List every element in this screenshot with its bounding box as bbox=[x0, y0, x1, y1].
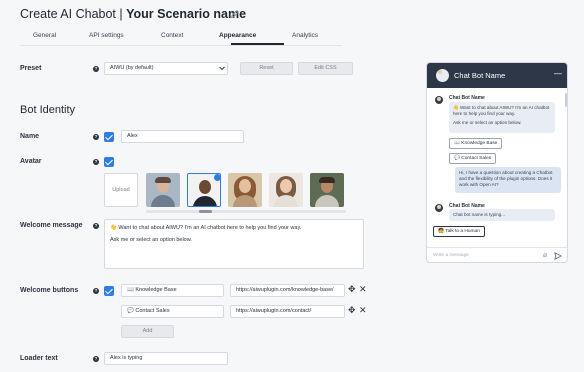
move-icon[interactable]: ✥ bbox=[348, 284, 356, 295]
talk-to-human-button[interactable]: 🧑 Talk to a Human bbox=[433, 226, 485, 237]
button-url-input[interactable]: https://aiwuplugin.com/knowledge-base/ bbox=[230, 284, 345, 297]
loader-text-label: Loader text bbox=[20, 355, 58, 362]
preset-label: Preset bbox=[20, 65, 42, 72]
question-icon[interactable]: ? bbox=[93, 356, 99, 362]
pencil-icon[interactable] bbox=[230, 9, 240, 19]
tab-analytics[interactable]: Analytics bbox=[292, 32, 318, 39]
welcome-buttons-label: Welcome buttons bbox=[20, 287, 79, 294]
chat-preview: Chat Bot Name — Chat Bot Name 👋 Want to … bbox=[426, 62, 568, 263]
knowledge-base-chip[interactable]: 📖 Knowledge Base bbox=[449, 138, 503, 149]
preset-select-value: AIWU (by default) bbox=[110, 65, 154, 71]
loader-text-value: Alex is typing bbox=[110, 355, 143, 361]
avatar-option[interactable] bbox=[310, 173, 344, 207]
chat-input[interactable]: Write a message bbox=[433, 253, 469, 258]
bot-message-line: Ask me or select an option below. bbox=[453, 120, 522, 126]
contact-sales-chip[interactable]: 💬 Contact Sales bbox=[449, 153, 497, 164]
welcome-message-line: 👋 Want to chat about AIWU? I'm an AI cha… bbox=[110, 225, 302, 231]
paperclip-icon[interactable]: ⌀ bbox=[543, 251, 547, 259]
tab-context[interactable]: Context bbox=[161, 32, 183, 39]
question-icon[interactable]: ? bbox=[93, 66, 99, 72]
tab-general[interactable]: General bbox=[33, 32, 56, 39]
name-input[interactable]: Alex bbox=[121, 130, 244, 143]
tab-appearance[interactable]: Appearance bbox=[219, 32, 256, 39]
avatar-checkbox[interactable] bbox=[104, 157, 114, 167]
bot-avatar bbox=[435, 204, 443, 212]
welcome-message-label: Welcome message bbox=[20, 222, 83, 229]
welcome-message-textarea[interactable]: 👋 Want to chat about AIWU? I'm an AI cha… bbox=[104, 219, 364, 269]
question-icon[interactable]: ? bbox=[93, 159, 99, 165]
loader-text-input[interactable]: Alex is typing bbox=[104, 352, 228, 365]
user-message: Hi, I have a question about creating a C… bbox=[455, 167, 561, 193]
bot-message-line: 👋 Want to chat about AIWU? I'm an AI cha… bbox=[453, 105, 550, 117]
welcome-buttons-checkbox[interactable] bbox=[104, 286, 114, 296]
bot-message: 👋 Want to chat about AIWU? I'm an AI cha… bbox=[449, 102, 555, 133]
send-icon[interactable] bbox=[554, 252, 562, 260]
bot-avatar bbox=[435, 96, 443, 104]
avatar-option[interactable] bbox=[146, 173, 180, 207]
name-input-value: Alex bbox=[127, 133, 138, 139]
avatar-scrollbar[interactable] bbox=[146, 210, 346, 213]
typing-indicator: Chat bot name is typing... bbox=[449, 209, 555, 221]
chat-scrollbar[interactable] bbox=[565, 93, 567, 107]
question-icon[interactable]: ? bbox=[93, 223, 99, 229]
preset-select[interactable]: AIWU (by default) bbox=[104, 62, 228, 75]
avatar-option[interactable] bbox=[269, 173, 303, 207]
tab-api-settings[interactable]: API settings bbox=[89, 32, 124, 39]
selected-check-icon bbox=[214, 174, 221, 181]
welcome-message-line: Ask me or select an option below. bbox=[110, 237, 192, 243]
reset-button[interactable]: Reset bbox=[240, 62, 293, 75]
chat-input-bar: Write a message ⌀ bbox=[427, 247, 567, 262]
upload-button[interactable]: Upload bbox=[104, 173, 138, 207]
button-text-input[interactable]: 📖 Knowledge Base bbox=[121, 284, 224, 297]
active-tab-indicator bbox=[231, 43, 284, 45]
move-icon[interactable]: ✥ bbox=[348, 305, 356, 316]
button-text-input[interactable]: 💬 Contact Sales bbox=[121, 305, 224, 318]
button-url-value: https://aiwuplugin.com/contact/ bbox=[236, 308, 312, 314]
question-icon[interactable]: ? bbox=[93, 134, 99, 140]
chat-header: Chat Bot Name — bbox=[427, 63, 567, 88]
scenario-name: Your Scenario name bbox=[126, 7, 247, 21]
section-title: Bot Identity bbox=[20, 104, 76, 116]
minimize-icon[interactable]: — bbox=[554, 69, 562, 78]
avatar-label: Avatar bbox=[20, 158, 42, 165]
close-icon[interactable]: ✕ bbox=[359, 284, 367, 295]
name-checkbox[interactable] bbox=[104, 132, 114, 142]
avatar-option[interactable] bbox=[228, 173, 262, 207]
button-url-input[interactable]: https://aiwuplugin.com/contact/ bbox=[230, 305, 345, 318]
button-url-value: https://aiwuplugin.com/knowledge-base/ bbox=[236, 287, 334, 293]
question-icon[interactable]: ? bbox=[93, 288, 99, 294]
page-title: Create AI Chabot | Your Scenario name bbox=[20, 7, 246, 21]
tab-bar: General API settings Context Appearance … bbox=[20, 30, 342, 46]
avatar-scrollbar-thumb[interactable] bbox=[199, 210, 212, 213]
chevron-down-icon bbox=[219, 66, 225, 71]
close-icon[interactable]: ✕ bbox=[359, 305, 367, 316]
edit-css-button[interactable]: Edit CSS bbox=[298, 62, 353, 75]
page-title-prefix: Create AI Chabot | bbox=[20, 7, 127, 21]
bot-name: Chat Bot Name bbox=[449, 95, 485, 101]
button-text-value: 📖 Knowledge Base bbox=[127, 287, 177, 293]
chat-avatar bbox=[436, 69, 449, 82]
chat-header-title: Chat Bot Name bbox=[454, 71, 506, 80]
button-text-value: 💬 Contact Sales bbox=[127, 308, 170, 314]
name-label: Name bbox=[20, 133, 40, 140]
add-button[interactable]: Add bbox=[121, 325, 174, 338]
